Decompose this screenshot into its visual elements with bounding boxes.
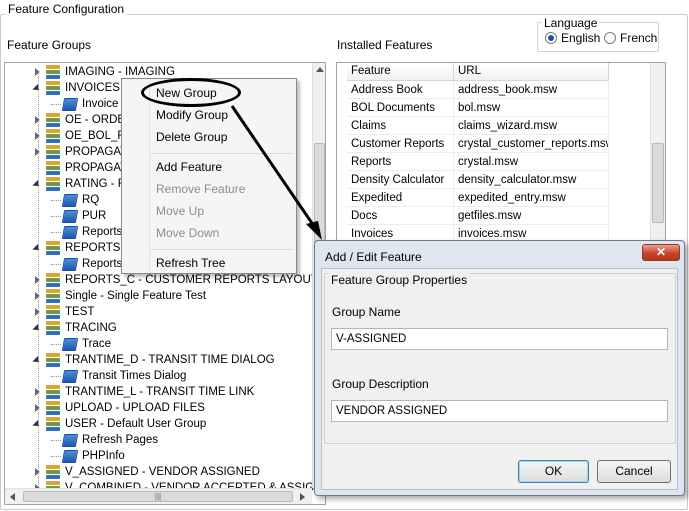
arrow-shaft — [230, 105, 320, 233]
annotation-arrow — [230, 105, 322, 240]
arrow-head-icon — [306, 221, 322, 240]
